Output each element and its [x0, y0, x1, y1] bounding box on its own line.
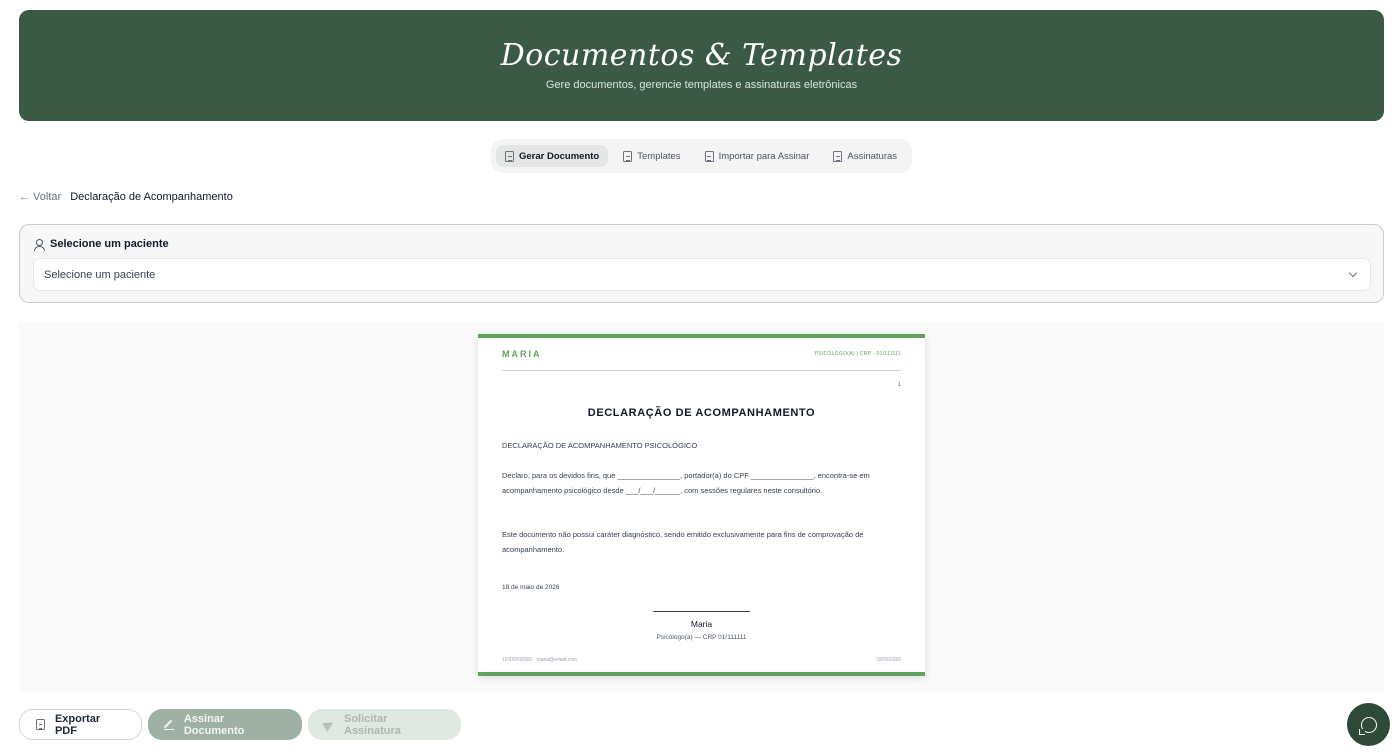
patient-select[interactable]: Selecione um paciente — [33, 258, 1371, 291]
signer-role: Psicólogo(a) — CRP 01/111111 — [656, 634, 747, 641]
patient-select-value: Selecione um paciente — [44, 268, 156, 281]
chevron-down-icon — [1348, 268, 1358, 278]
request-signature-button[interactable]: Solicitar Assinatura — [308, 709, 461, 740]
document-header-crp: PSICÓLOGO(A) | CRP - 01/111111 — [814, 351, 901, 357]
signer-name: Maria — [690, 619, 713, 629]
sign-document-button[interactable]: Assinar Documento — [148, 709, 302, 740]
user-icon — [33, 238, 45, 251]
document-date: 18 de maio de 2026 — [502, 584, 560, 591]
request-signature-label: Solicitar Assinatura — [344, 712, 401, 737]
page-subtitle: Gere documentos, gerencie templates e as… — [545, 79, 858, 91]
file-text-icon — [623, 150, 633, 162]
file-import-icon — [704, 150, 714, 162]
page-title: Documentos & Templates — [500, 38, 903, 73]
patient-selector-card: Selecione um paciente Selecione um pacie… — [19, 224, 1384, 303]
tab-gerar-documento[interactable]: Gerar Documento — [496, 145, 609, 167]
file-icon — [36, 719, 45, 730]
tab-label: Assinaturas — [847, 150, 898, 162]
patient-label: Selecione um paciente — [33, 238, 169, 251]
tab-importar-para-assinar[interactable]: Importar para Assinar — [696, 145, 819, 167]
document-page-number: 1 — [897, 382, 901, 388]
document-paragraph-2: Este documento não possui caráter diagnó… — [502, 530, 864, 554]
chat-bubble-icon — [1358, 716, 1377, 735]
document-subheading: DECLARAÇÃO DE ACOMPANHAMENTO PSICOLÓGICO — [502, 441, 698, 450]
back-link[interactable]: ← Voltar — [19, 191, 61, 203]
tab-label: Importar para Assinar — [718, 150, 810, 162]
footer-date: 18/05/2026 — [875, 657, 901, 663]
breadcrumb: ← Voltar Declaração de Acompanhamento — [19, 191, 233, 203]
send-icon — [322, 717, 336, 732]
chat-button[interactable] — [1347, 703, 1390, 746]
patient-label-text: Selecione um paciente — [50, 238, 169, 250]
tab-label: Templates — [637, 150, 681, 162]
pen-icon — [164, 720, 174, 730]
page-header: Documentos & Templates Gere documentos, … — [19, 10, 1384, 121]
document-brand: MARIA — [502, 349, 542, 359]
breadcrumb-title: Declaração de Acompanhamento — [70, 191, 233, 203]
document-preview: MARIA PSICÓLOGO(A) | CRP - 01/111111 1 D… — [478, 334, 925, 676]
tab-label: Gerar Documento — [519, 150, 600, 162]
tab-bar: Gerar Documento Templates Importar para … — [491, 139, 912, 173]
sign-document-label: Assinar Documento — [183, 712, 245, 737]
tab-templates[interactable]: Templates — [614, 145, 689, 167]
file-signature-icon — [833, 150, 843, 162]
footer-contact: 11000000000 · maria@email.com — [502, 657, 578, 663]
export-pdf-button[interactable]: Exportar PDF — [19, 709, 142, 740]
tab-assinaturas[interactable]: Assinaturas — [824, 145, 906, 167]
document-paragraph-1: Declaro, para os devidos fins, que _____… — [502, 471, 870, 495]
file-icon — [505, 150, 514, 162]
document-title: DECLARAÇÃO DE ACOMPANHAMENTO — [587, 407, 816, 419]
document-header: MARIA PSICÓLOGO(A) | CRP - 01/111111 — [502, 349, 901, 371]
export-pdf-label: Exportar PDF — [54, 712, 101, 737]
document-footer: 11000000000 · maria@email.com 18/05/2026 — [502, 657, 901, 663]
signature-line — [653, 611, 750, 612]
